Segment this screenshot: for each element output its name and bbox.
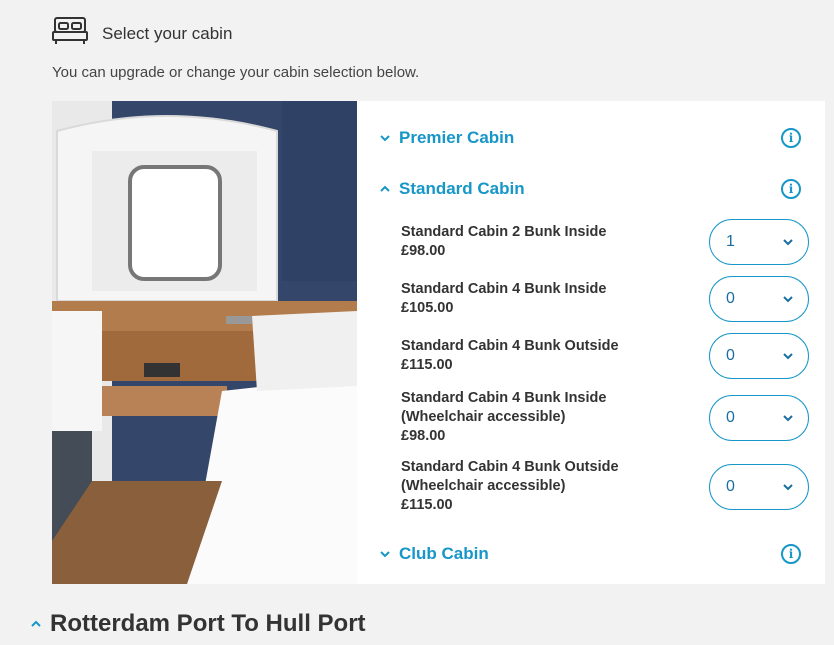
option-price: £115.00 (401, 357, 453, 373)
category-club-cabin[interactable]: Club Cabin i (379, 544, 801, 564)
quantity-select[interactable]: 0 (709, 463, 809, 510)
info-icon[interactable]: i (781, 544, 801, 564)
quantity-value: 0 (726, 347, 735, 364)
cabin-selection-panel: Premier Cabin i Standard Cabin i Standar… (357, 101, 825, 584)
option-price: £105.00 (401, 300, 454, 316)
quantity-select[interactable]: 0 (709, 394, 809, 441)
option-price: £98.00 (401, 428, 446, 444)
option-name: Standard Cabin 4 Bunk Inside (401, 281, 607, 297)
quantity-select[interactable]: 1 (709, 219, 809, 265)
chevron-down-icon (380, 551, 390, 558)
option-name-line1: Standard Cabin 4 Bunk Outside (401, 459, 619, 475)
category-label: Standard Cabin (399, 179, 525, 198)
quantity-value: 1 (726, 233, 735, 250)
chevron-down-icon (783, 353, 793, 360)
option-price: £98.00 (401, 243, 446, 259)
bed-icon (52, 16, 88, 51)
info-icon[interactable]: i (781, 128, 801, 148)
option-price: £115.00 (401, 497, 453, 513)
option-name-line2: (Wheelchair accessible) (401, 409, 566, 425)
cabin-option: Standard Cabin 4 Bunk Outside £115.00 0 (401, 333, 809, 379)
info-icon[interactable]: i (781, 179, 801, 199)
category-label: Premier Cabin (399, 128, 515, 147)
category-standard-cabin[interactable]: Standard Cabin i (379, 179, 801, 199)
subtitle: You can upgrade or change your cabin sel… (52, 64, 420, 81)
option-name-line2: (Wheelchair accessible) (401, 478, 566, 494)
route-section-header[interactable]: Rotterdam Port To Hull Port (30, 610, 366, 638)
cabin-option: Standard Cabin 4 Bunk Outside (Wheelchai… (401, 458, 809, 515)
chevron-down-icon (783, 483, 793, 490)
option-name: Standard Cabin 4 Bunk Outside (401, 338, 619, 354)
chevron-down-icon (380, 135, 390, 142)
chevron-up-icon (380, 185, 390, 192)
quantity-select[interactable]: 0 (709, 276, 809, 322)
cabin-photo (52, 101, 357, 584)
chevron-down-icon (783, 239, 793, 246)
cabin-option: Standard Cabin 4 Bunk Inside (Wheelchair… (401, 389, 809, 446)
category-premier-cabin[interactable]: Premier Cabin i (379, 128, 801, 148)
quantity-value: 0 (726, 477, 735, 495)
chevron-down-icon (783, 296, 793, 303)
cabin-option: Standard Cabin 2 Bunk Inside £98.00 1 (401, 219, 809, 265)
option-name: Standard Cabin 2 Bunk Inside (401, 224, 607, 240)
cabin-option: Standard Cabin 4 Bunk Inside £105.00 0 (401, 276, 809, 322)
option-name-line1: Standard Cabin 4 Bunk Inside (401, 390, 607, 406)
category-label: Club Cabin (399, 544, 489, 563)
route-title: Rotterdam Port To Hull Port (50, 610, 366, 637)
quantity-value: 0 (726, 290, 735, 307)
page-title: Select your cabin (102, 23, 233, 43)
quantity-select[interactable]: 0 (709, 333, 809, 379)
chevron-up-icon (31, 620, 41, 627)
chevron-down-icon (783, 414, 793, 421)
section-header: Select your cabin (52, 16, 232, 51)
quantity-value: 0 (726, 408, 735, 426)
